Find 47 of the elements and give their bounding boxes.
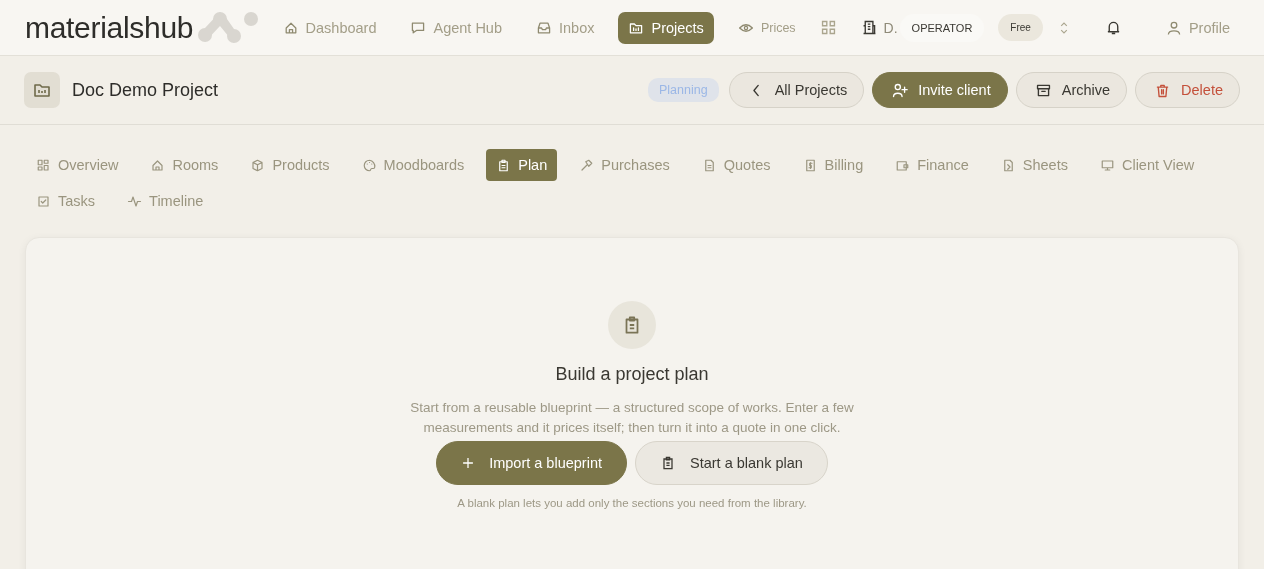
monitor-icon <box>1099 157 1115 173</box>
tab[interactable]: Products <box>240 149 340 181</box>
tab[interactable]: Purchases <box>569 149 680 181</box>
invite-button[interactable]: Invite client <box>872 72 1008 108</box>
hammer-icon <box>579 157 595 173</box>
back-button[interactable]: All Projects <box>728 72 865 108</box>
profile-link[interactable]: Profile <box>1155 11 1240 44</box>
logo-icon <box>197 10 260 45</box>
nav-link[interactable]: Agent Hub <box>400 11 512 44</box>
tab[interactable]: Client View <box>1089 149 1205 181</box>
hint-text: A blank plan lets you add only the sections you need from the library. <box>457 497 807 509</box>
status-badge: Planning <box>648 78 719 102</box>
logo-text: materialshub <box>25 10 194 45</box>
clipboard-icon <box>660 455 676 471</box>
tab[interactable]: Quotes <box>691 149 781 181</box>
delete-button[interactable]: Delete <box>1135 72 1240 108</box>
project-title: Doc Demo Project <box>72 79 219 101</box>
archive-button[interactable]: Archive <box>1015 72 1128 108</box>
import-button[interactable]: Import a blueprint <box>436 441 627 485</box>
blank-plan-button[interactable]: Start a blank plan <box>635 441 828 485</box>
user-icon <box>1165 19 1182 36</box>
nav-link[interactable]: Projects <box>618 11 714 44</box>
cube-icon <box>250 157 266 173</box>
nav-link[interactable]: Inbox <box>526 11 605 44</box>
tab[interactable]: Finance <box>885 149 979 181</box>
plus-icon <box>461 456 476 470</box>
house-icon <box>150 157 166 173</box>
workspace-name[interactable]: D. <box>883 19 898 36</box>
empty-title: Build a project plan <box>555 364 709 385</box>
tab[interactable]: Sheets <box>990 149 1078 181</box>
nav-link[interactable]: Dashboard <box>272 11 387 44</box>
tab[interactable]: Overview <box>26 149 129 181</box>
plan-badge: Free <box>998 14 1043 41</box>
tab[interactable]: Moodboards <box>351 149 475 181</box>
user-plus-icon <box>891 81 909 99</box>
checkbox-icon <box>36 193 51 209</box>
role-badge: OPERATOR <box>899 13 985 42</box>
apps-grid-icon[interactable] <box>819 19 837 36</box>
tab[interactable]: Plan <box>486 149 558 181</box>
empty-description: Start from a reusable blueprint — a structured scope of works. Enter a few measurements and it prices itself; then turn it into a quote in one click. <box>409 399 855 437</box>
tab[interactable]: Rooms <box>140 149 229 181</box>
nav-link[interactable]: Prices <box>727 11 806 44</box>
palette-icon <box>361 157 377 173</box>
tab[interactable]: Tasks <box>26 185 106 217</box>
tab[interactable]: Timeline <box>117 185 214 217</box>
tab[interactable]: Billing <box>792 149 874 181</box>
grid-icon <box>36 157 51 173</box>
